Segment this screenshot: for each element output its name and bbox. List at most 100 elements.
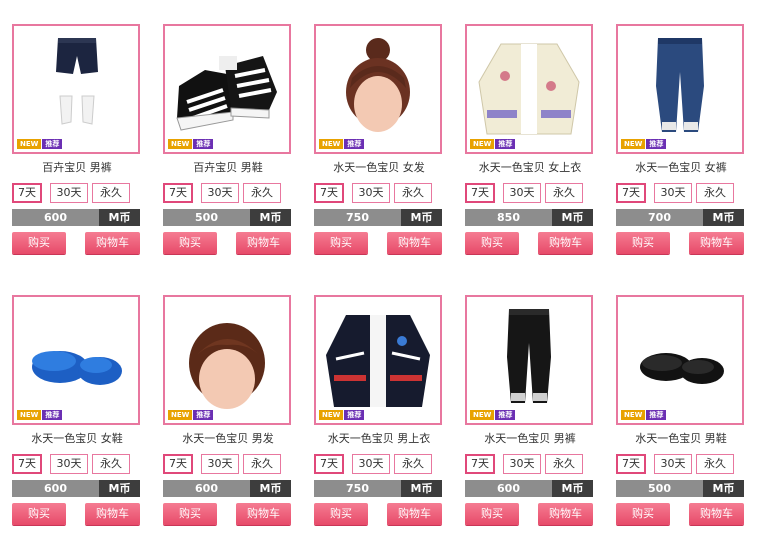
duration-7-days-option[interactable]: 7天 [616, 454, 646, 474]
duration-7-days-option[interactable]: 7天 [465, 454, 495, 474]
duration-permanent-option[interactable]: 永久 [243, 183, 281, 203]
product-thumbnail[interactable]: NEW 推荐 [12, 24, 140, 154]
product-thumbnail[interactable]: NEW 推荐 [314, 295, 442, 425]
recommended-badge: 推荐 [495, 139, 516, 149]
product-name: 水天一色宝贝 女裤 [635, 161, 727, 174]
price-bar: 600 M币 [12, 480, 140, 497]
duration-30-days-option[interactable]: 30天 [201, 183, 239, 203]
price-value: 750 [314, 209, 401, 226]
duration-7-days-option[interactable]: 7天 [12, 183, 42, 203]
buy-button[interactable]: 购买 [465, 232, 519, 254]
buy-button[interactable]: 购买 [465, 503, 519, 525]
add-to-cart-button[interactable]: 购物车 [689, 232, 744, 254]
duration-permanent-option[interactable]: 永久 [243, 454, 281, 474]
duration-permanent-option[interactable]: 永久 [545, 183, 583, 203]
price-bar: 600 M币 [163, 480, 291, 497]
duration-permanent-option[interactable]: 永久 [545, 454, 583, 474]
duration-permanent-option[interactable]: 永久 [696, 454, 734, 474]
buy-button[interactable]: 购买 [314, 503, 368, 525]
duration-7-days-option[interactable]: 7天 [616, 183, 646, 203]
product-name: 水天一色宝贝 男鞋 [635, 432, 727, 445]
duration-30-days-option[interactable]: 30天 [654, 454, 692, 474]
add-to-cart-button[interactable]: 购物车 [236, 503, 291, 525]
add-to-cart-button[interactable]: 购物车 [85, 503, 140, 525]
duration-7-days-option[interactable]: 7天 [163, 454, 193, 474]
price-value: 700 [616, 209, 703, 226]
price-value: 850 [465, 209, 552, 226]
product-card: NEW 推荐 水天一色宝贝 男发 7天 30天 永久 600 M币 购买 购物车 [163, 295, 291, 527]
duration-options: 7天 30天 永久 [314, 454, 444, 474]
duration-permanent-option[interactable]: 永久 [394, 183, 432, 203]
buy-button[interactable]: 购买 [163, 503, 217, 525]
add-to-cart-button[interactable]: 购物车 [236, 232, 291, 254]
duration-7-days-option[interactable]: 7天 [12, 454, 42, 474]
jacket-icon [326, 315, 430, 407]
product-thumbnail[interactable]: NEW 推荐 [163, 295, 291, 425]
duration-30-days-option[interactable]: 30天 [201, 454, 239, 474]
duration-options: 7天 30天 永久 [314, 183, 444, 203]
currency-label: M币 [552, 480, 593, 497]
tag-group: NEW 推荐 [168, 410, 214, 420]
add-to-cart-button[interactable]: 购物车 [538, 232, 593, 254]
new-badge: NEW [319, 139, 344, 149]
duration-permanent-option[interactable]: 永久 [92, 454, 130, 474]
duration-30-days-option[interactable]: 30天 [654, 183, 692, 203]
duration-7-days-option[interactable]: 7天 [163, 183, 193, 203]
duration-30-days-option[interactable]: 30天 [503, 454, 541, 474]
product-name: 百卉宝贝 男裤 [42, 161, 112, 174]
currency-label: M币 [250, 480, 291, 497]
buy-button[interactable]: 购买 [12, 232, 66, 254]
duration-permanent-option[interactable]: 永久 [394, 454, 432, 474]
add-to-cart-button[interactable]: 购物车 [387, 232, 442, 254]
duration-30-days-option[interactable]: 30天 [50, 183, 88, 203]
buy-button[interactable]: 购买 [163, 232, 217, 254]
recommended-badge: 推荐 [344, 139, 365, 149]
product-thumbnail[interactable]: NEW 推荐 [12, 295, 140, 425]
new-badge: NEW [168, 410, 193, 420]
add-to-cart-button[interactable]: 购物车 [538, 503, 593, 525]
price-value: 500 [163, 209, 250, 226]
product-name: 水天一色宝贝 男裤 [484, 432, 576, 445]
product-thumbnail[interactable]: NEW 推荐 [616, 295, 744, 425]
product-thumbnail[interactable]: NEW 推荐 [616, 24, 744, 154]
buy-button[interactable]: 购买 [616, 503, 670, 525]
tag-group: NEW 推荐 [621, 139, 667, 149]
product-card: NEW 推荐 水天一色宝贝 女上衣 7天 30天 永久 850 M币 购买 购物… [465, 24, 593, 256]
duration-30-days-option[interactable]: 30天 [50, 454, 88, 474]
blue-slippers-icon [32, 351, 122, 385]
tag-group: NEW 推荐 [319, 410, 365, 420]
bun-hair-icon [346, 38, 410, 132]
buy-button[interactable]: 购买 [616, 232, 670, 254]
duration-7-days-option[interactable]: 7天 [465, 183, 495, 203]
currency-label: M币 [401, 209, 442, 226]
buy-button[interactable]: 购买 [12, 503, 66, 525]
new-badge: NEW [621, 139, 646, 149]
duration-30-days-option[interactable]: 30天 [503, 183, 541, 203]
product-thumbnail[interactable]: NEW 推荐 [465, 295, 593, 425]
product-thumbnail[interactable]: NEW 推荐 [163, 24, 291, 154]
product-card: NEW 推荐 水天一色宝贝 男鞋 7天 30天 永久 500 M币 购买 购物车 [616, 295, 744, 527]
price-bar: 600 M币 [12, 209, 140, 226]
duration-7-days-option[interactable]: 7天 [314, 454, 344, 474]
curly-hair-icon [189, 323, 265, 409]
product-thumbnail[interactable]: NEW 推荐 [314, 24, 442, 154]
product-grid: NEW 推荐 百卉宝贝 男裤 7天 30天 永久 600 M币 购买 购物车 N… [0, 0, 766, 554]
add-to-cart-button[interactable]: 购物车 [85, 232, 140, 254]
currency-label: M币 [703, 209, 744, 226]
black-slippers-icon [640, 353, 724, 384]
product-thumbnail[interactable]: NEW 推荐 [465, 24, 593, 154]
duration-30-days-option[interactable]: 30天 [352, 183, 390, 203]
add-to-cart-button[interactable]: 购物车 [689, 503, 744, 525]
duration-30-days-option[interactable]: 30天 [352, 454, 390, 474]
recommended-badge: 推荐 [495, 410, 516, 420]
buy-button[interactable]: 购买 [314, 232, 368, 254]
add-to-cart-button[interactable]: 购物车 [387, 503, 442, 525]
duration-permanent-option[interactable]: 永久 [696, 183, 734, 203]
duration-permanent-option[interactable]: 永久 [92, 183, 130, 203]
product-name: 水天一色宝贝 男上衣 [327, 432, 431, 445]
duration-7-days-option[interactable]: 7天 [314, 183, 344, 203]
new-badge: NEW [17, 410, 42, 420]
recommended-badge: 推荐 [344, 410, 365, 420]
product-card: NEW 推荐 水天一色宝贝 男上衣 7天 30天 永久 750 M币 购买 购物… [314, 295, 442, 527]
tag-group: NEW 推荐 [470, 139, 516, 149]
